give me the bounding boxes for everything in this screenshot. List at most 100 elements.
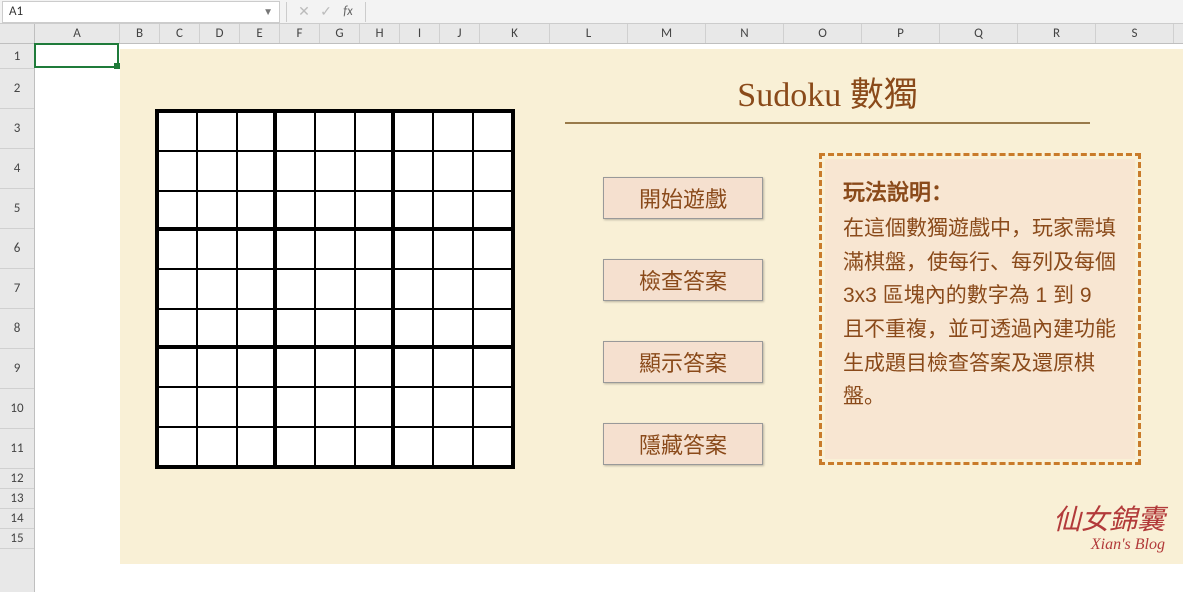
sudoku-cell[interactable] — [473, 387, 512, 426]
row-header-13[interactable]: 13 — [0, 489, 34, 509]
sudoku-cell[interactable] — [197, 427, 236, 466]
row-header-3[interactable]: 3 — [0, 109, 34, 149]
column-header-l[interactable]: L — [550, 24, 628, 43]
sudoku-cell[interactable] — [237, 309, 276, 348]
sudoku-cell[interactable] — [433, 230, 472, 269]
sudoku-cell[interactable] — [315, 151, 354, 190]
sudoku-cell[interactable] — [158, 387, 197, 426]
sudoku-cell[interactable] — [433, 387, 472, 426]
sudoku-cell[interactable] — [394, 269, 433, 308]
check-button[interactable]: 檢查答案 — [603, 259, 763, 301]
row-header-5[interactable]: 5 — [0, 189, 34, 229]
column-header-a[interactable]: A — [35, 24, 120, 43]
row-header-6[interactable]: 6 — [0, 229, 34, 269]
cells[interactable]: Sudoku 數獨 開始遊戲 檢查答案 顯示答案 隱藏答案 玩法說明： 在這個數… — [35, 44, 1183, 592]
column-header-r[interactable]: R — [1018, 24, 1096, 43]
sudoku-board[interactable] — [155, 109, 515, 469]
sudoku-cell[interactable] — [355, 112, 394, 151]
sudoku-cell[interactable] — [473, 191, 512, 230]
row-header-11[interactable]: 11 — [0, 429, 34, 469]
sudoku-cell[interactable] — [158, 269, 197, 308]
column-header-d[interactable]: D — [200, 24, 240, 43]
sudoku-cell[interactable] — [158, 427, 197, 466]
sudoku-cell[interactable] — [433, 348, 472, 387]
sudoku-cell[interactable] — [473, 427, 512, 466]
row-header-14[interactable]: 14 — [0, 509, 34, 529]
sudoku-cell[interactable] — [197, 112, 236, 151]
sudoku-cell[interactable] — [355, 191, 394, 230]
column-header-b[interactable]: B — [120, 24, 160, 43]
sudoku-cell[interactable] — [394, 230, 433, 269]
sudoku-cell[interactable] — [315, 191, 354, 230]
sudoku-cell[interactable] — [276, 348, 315, 387]
row-header-12[interactable]: 12 — [0, 469, 34, 489]
sudoku-cell[interactable] — [315, 348, 354, 387]
sudoku-cell[interactable] — [276, 427, 315, 466]
column-header-c[interactable]: C — [160, 24, 200, 43]
sudoku-cell[interactable] — [158, 309, 197, 348]
column-header-q[interactable]: Q — [940, 24, 1018, 43]
sudoku-cell[interactable] — [237, 112, 276, 151]
sudoku-cell[interactable] — [237, 151, 276, 190]
fx-button[interactable]: fx — [337, 1, 359, 23]
sudoku-cell[interactable] — [315, 269, 354, 308]
sudoku-cell[interactable] — [276, 387, 315, 426]
sudoku-cell[interactable] — [394, 191, 433, 230]
row-header-1[interactable]: 1 — [0, 44, 34, 69]
column-header-g[interactable]: G — [320, 24, 360, 43]
row-header-10[interactable]: 10 — [0, 389, 34, 429]
sudoku-cell[interactable] — [355, 427, 394, 466]
sudoku-cell[interactable] — [355, 309, 394, 348]
sudoku-cell[interactable] — [197, 191, 236, 230]
sudoku-cell[interactable] — [197, 269, 236, 308]
formula-enter-button[interactable]: ✓ — [315, 1, 337, 23]
sudoku-cell[interactable] — [237, 269, 276, 308]
sudoku-cell[interactable] — [394, 427, 433, 466]
sudoku-cell[interactable] — [237, 427, 276, 466]
hide-button[interactable]: 隱藏答案 — [603, 423, 763, 465]
sudoku-cell[interactable] — [158, 151, 197, 190]
column-header-s[interactable]: S — [1096, 24, 1174, 43]
row-header-7[interactable]: 7 — [0, 269, 34, 309]
sudoku-cell[interactable] — [315, 427, 354, 466]
sudoku-cell[interactable] — [197, 230, 236, 269]
sudoku-cell[interactable] — [473, 230, 512, 269]
sudoku-cell[interactable] — [158, 230, 197, 269]
sudoku-cell[interactable] — [473, 348, 512, 387]
sudoku-cell[interactable] — [197, 151, 236, 190]
column-header-h[interactable]: H — [360, 24, 400, 43]
column-header-p[interactable]: P — [862, 24, 940, 43]
chevron-down-icon[interactable]: ▼ — [263, 5, 273, 18]
formula-input[interactable] — [372, 1, 1183, 23]
show-button[interactable]: 顯示答案 — [603, 341, 763, 383]
sudoku-cell[interactable] — [394, 387, 433, 426]
sudoku-cell[interactable] — [433, 427, 472, 466]
sudoku-cell[interactable] — [433, 269, 472, 308]
select-all-corner[interactable] — [0, 24, 35, 43]
sudoku-cell[interactable] — [433, 191, 472, 230]
sudoku-cell[interactable] — [237, 387, 276, 426]
column-header-k[interactable]: K — [480, 24, 550, 43]
sudoku-cell[interactable] — [237, 348, 276, 387]
sudoku-cell[interactable] — [197, 348, 236, 387]
sudoku-cell[interactable] — [355, 151, 394, 190]
sudoku-cell[interactable] — [394, 112, 433, 151]
sudoku-cell[interactable] — [473, 151, 512, 190]
column-header-m[interactable]: M — [628, 24, 706, 43]
sudoku-cell[interactable] — [433, 309, 472, 348]
sudoku-cell[interactable] — [433, 151, 472, 190]
formula-cancel-button[interactable]: ✕ — [293, 1, 315, 23]
sudoku-cell[interactable] — [276, 112, 315, 151]
sudoku-cell[interactable] — [433, 112, 472, 151]
sudoku-cell[interactable] — [158, 191, 197, 230]
sudoku-cell[interactable] — [473, 269, 512, 308]
sudoku-cell[interactable] — [315, 230, 354, 269]
sudoku-cell[interactable] — [276, 269, 315, 308]
row-header-15[interactable]: 15 — [0, 529, 34, 549]
sudoku-cell[interactable] — [473, 309, 512, 348]
column-header-o[interactable]: O — [784, 24, 862, 43]
column-header-j[interactable]: J — [440, 24, 480, 43]
sudoku-cell[interactable] — [276, 191, 315, 230]
sudoku-cell[interactable] — [315, 112, 354, 151]
column-header-n[interactable]: N — [706, 24, 784, 43]
